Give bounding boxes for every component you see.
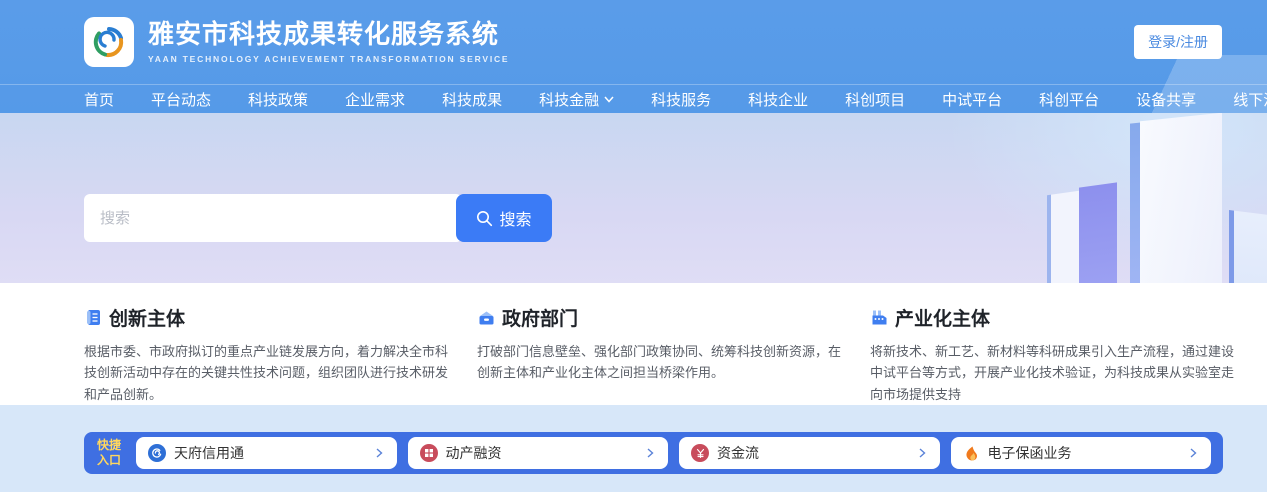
chevron-right-icon: [916, 447, 928, 459]
government-building-icon: [477, 308, 496, 327]
quick-link-label: 电子保函业务: [988, 443, 1072, 463]
feature-description: 将新技术、新工艺、新材料等科研成果引入生产流程，通过建设中试平台等方式，开展产业…: [870, 341, 1236, 405]
building-shape: [1047, 191, 1079, 283]
quick-entry-label: 快捷 入口: [97, 438, 121, 468]
factory-icon: [870, 308, 889, 327]
search-bar: 搜索: [84, 194, 552, 242]
capital-flow-icon: [691, 444, 709, 462]
quick-link-label: 天府信用通: [174, 443, 244, 463]
site-logo[interactable]: [84, 17, 134, 67]
feature-head: 产业化主体: [870, 304, 1236, 331]
quick-entry-label-line1: 快捷: [97, 438, 121, 453]
site-title: 雅安市科技成果转化服务系统: [148, 20, 509, 50]
login-register-button[interactable]: 登录/注册: [1134, 25, 1222, 59]
nav-item-label: 科技成果: [442, 89, 502, 110]
nav-item-label: 科技金融: [539, 89, 599, 110]
building-shape: [1140, 113, 1222, 283]
feature-title: 创新主体: [109, 304, 185, 331]
nav-item-label: 平台动态: [151, 89, 211, 110]
main-nav: 首页 平台动态 科技政策 企业需求 科技成果 科技金融 科技服务 科技企业 科创…: [0, 85, 1267, 113]
building-shape: [1079, 182, 1117, 283]
chevron-down-icon: [604, 96, 614, 103]
feature-industrialization-entities: 产业化主体 将新技术、新工艺、新材料等科研成果引入生产流程，通过建设中试平台等方…: [870, 304, 1236, 405]
quick-link-e-guarantee[interactable]: 电子保函业务: [951, 437, 1212, 469]
site-header: 雅安市科技成果转化服务系统 YAAN TECHNOLOGY ACHIEVEMEN…: [0, 0, 1267, 113]
feature-title: 产业化主体: [895, 304, 990, 331]
feature-description: 根据市委、市政府拟订的重点产业链发展方向，着力解决全市科技创新活动中存在的关键共…: [84, 341, 450, 405]
building-shape: [1229, 210, 1267, 283]
quick-link-capital-flow[interactable]: 资金流: [679, 437, 940, 469]
logo-swirl-icon: [91, 24, 127, 60]
tianfu-credit-icon: [148, 444, 166, 462]
quick-entry-bar: 快捷 入口 天府信用通 动产融资 资金流: [84, 432, 1223, 474]
search-button[interactable]: 搜索: [456, 194, 552, 242]
nav-item-label: 线下活动: [1233, 89, 1267, 110]
feature-innovation-entities: 创新主体 根据市委、市政府拟订的重点产业链发展方向，着力解决全市科技创新活动中存…: [84, 304, 450, 405]
feature-description: 打破部门信息壁垒、强化部门政策协同、统筹科技创新资源，在创新主体和产业化主体之间…: [477, 341, 843, 384]
chattel-finance-icon: [420, 444, 438, 462]
hero-banner: 搜索: [0, 113, 1267, 283]
feature-head: 创新主体: [84, 304, 450, 331]
nav-item-label: 科创项目: [845, 89, 905, 110]
chevron-right-icon: [1187, 447, 1199, 459]
nav-item-label: 设备共享: [1136, 89, 1196, 110]
search-button-label: 搜索: [499, 206, 531, 230]
search-icon: [476, 210, 493, 227]
quick-link-chattel-finance[interactable]: 动产融资: [408, 437, 669, 469]
site-subtitle: YAAN TECHNOLOGY ACHIEVEMENT TRANSFORMATI…: [148, 54, 509, 64]
features-section: 创新主体 根据市委、市政府拟订的重点产业链发展方向，着力解决全市科技创新活动中存…: [0, 283, 1267, 405]
e-guarantee-icon: [963, 445, 980, 462]
nav-item-label: 首页: [84, 89, 114, 110]
quick-entry-label-line2: 入口: [97, 453, 121, 468]
nav-item-label: 中试平台: [942, 89, 1002, 110]
chevron-right-icon: [373, 447, 385, 459]
quick-link-label: 资金流: [717, 443, 759, 463]
header-top: 雅安市科技成果转化服务系统 YAAN TECHNOLOGY ACHIEVEMEN…: [0, 0, 1267, 85]
document-icon: [84, 308, 103, 327]
nav-item-label: 科创平台: [1039, 89, 1099, 110]
brand-block: 雅安市科技成果转化服务系统 YAAN TECHNOLOGY ACHIEVEMEN…: [148, 20, 509, 64]
nav-item-label: 科技政策: [248, 89, 308, 110]
quick-entry-section: 快捷 入口 天府信用通 动产融资 资金流: [0, 405, 1267, 492]
chevron-right-icon: [644, 447, 656, 459]
search-input[interactable]: [84, 194, 462, 242]
nav-item-label: 企业需求: [345, 89, 405, 110]
nav-item-label: 科技服务: [651, 89, 711, 110]
quick-link-tianfu-credit[interactable]: 天府信用通: [136, 437, 397, 469]
feature-title: 政府部门: [502, 304, 578, 331]
quick-link-label: 动产融资: [446, 443, 502, 463]
feature-government-departments: 政府部门 打破部门信息壁垒、强化部门政策协同、统筹科技创新资源，在创新主体和产业…: [477, 304, 843, 405]
nav-item-label: 科技企业: [748, 89, 808, 110]
feature-head: 政府部门: [477, 304, 843, 331]
